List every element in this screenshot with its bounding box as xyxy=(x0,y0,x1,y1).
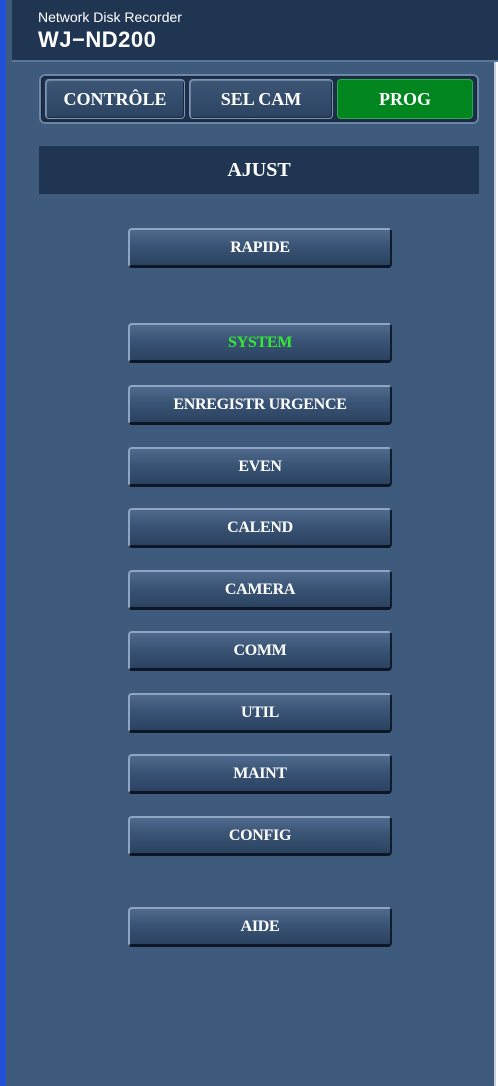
comm-button[interactable]: COMM xyxy=(128,631,392,671)
maint-button[interactable]: MAINT xyxy=(128,754,392,794)
enregistr-urgence-button[interactable]: ENREGISTR URGENCE xyxy=(128,385,392,425)
tab-controle[interactable]: CONTRÔLE xyxy=(45,79,185,119)
system-button[interactable]: SYSTEM xyxy=(128,323,392,363)
config-button[interactable]: CONFIG xyxy=(128,816,392,856)
even-button[interactable]: EVEN xyxy=(128,447,392,487)
settings-panel: Network Disk Recorder WJ−ND200 CONTRÔLE … xyxy=(0,0,498,1086)
header-model: WJ−ND200 xyxy=(38,27,157,52)
calend-button[interactable]: CALEND xyxy=(128,508,392,548)
tab-sel-cam[interactable]: SEL CAM xyxy=(189,79,333,119)
rapide-button[interactable]: RAPIDE xyxy=(128,228,392,268)
app-header: Network Disk Recorder WJ−ND200 xyxy=(12,0,498,62)
panel-edge xyxy=(494,0,496,1086)
aide-button[interactable]: AIDE xyxy=(128,907,392,947)
camera-button[interactable]: CAMERA xyxy=(128,570,392,610)
util-button[interactable]: UTIL xyxy=(128,693,392,733)
section-title: AJUST xyxy=(39,146,479,194)
mode-tabs: CONTRÔLE SEL CAM PROG xyxy=(39,74,479,124)
tab-prog[interactable]: PROG xyxy=(337,79,473,119)
header-subtitle: Network Disk Recorder xyxy=(38,9,182,25)
